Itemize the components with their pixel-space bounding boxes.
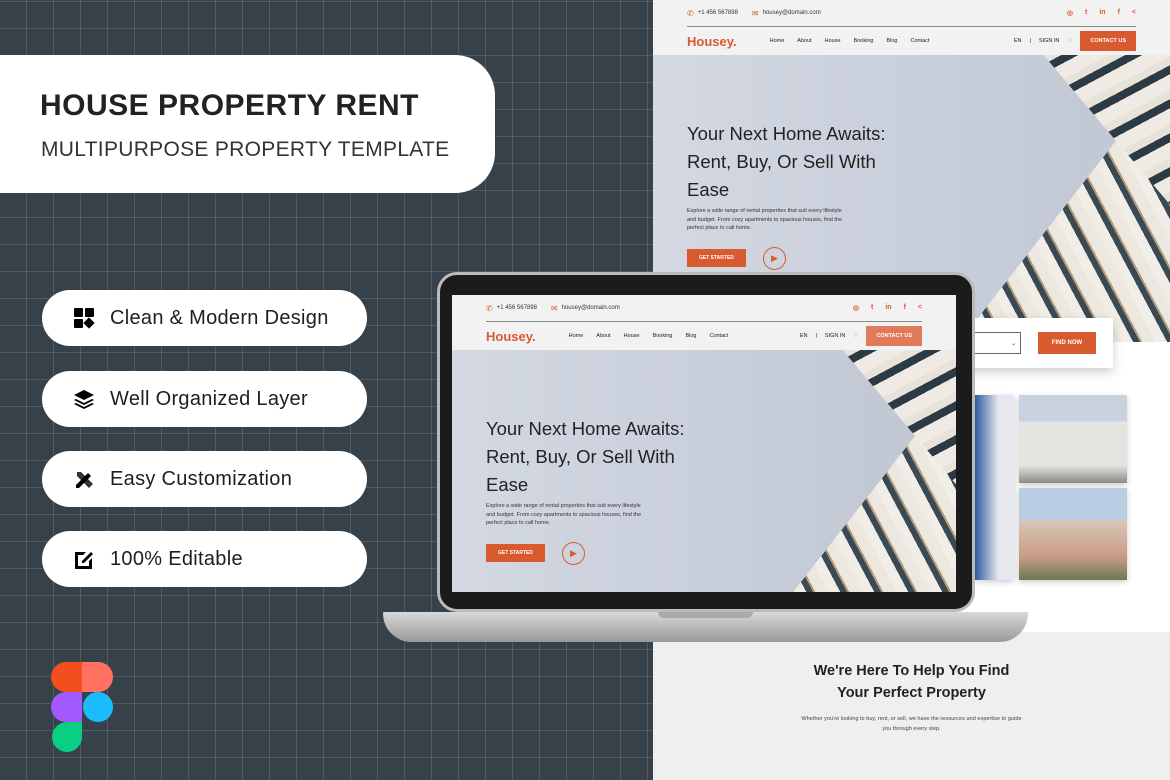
email-text: housey@domain.com xyxy=(561,305,620,311)
layers-icon xyxy=(72,387,96,411)
phone-text: +1 456 567898 xyxy=(697,10,738,16)
section-title: We're Here To Help You Find Your Perfect… xyxy=(813,663,1010,701)
phone-text: +1 456 567898 xyxy=(496,305,537,311)
twitter-icon[interactable]: t xyxy=(871,304,873,312)
hero: Your Next Home Awaits: Rent, Buy, Or Sel… xyxy=(452,350,956,592)
email-text: housey@domain.com xyxy=(762,10,821,16)
twitter-icon[interactable]: t xyxy=(1085,9,1087,17)
feature-pill: 100% Editable xyxy=(42,531,367,587)
hero-title: Your Next Home Awaits: Rent, Buy, Or Sel… xyxy=(687,123,886,200)
phone-icon: ✆ xyxy=(687,8,694,18)
facebook-icon[interactable]: f xyxy=(1118,9,1120,17)
language-select[interactable]: EN xyxy=(1014,38,1022,44)
heart-icon[interactable]: ♡ xyxy=(1067,38,1072,44)
top-bar: ✆ +1 456 567898 ✉ housey@domain.com ◎ t in f < xyxy=(486,295,922,322)
find-now-button[interactable]: FIND NOW xyxy=(1038,332,1096,354)
help-section: We're Here To Help You Find Your Perfect… xyxy=(653,660,1170,734)
feature-label: Clean & Modern Design xyxy=(110,306,329,329)
play-icon[interactable]: ▶ xyxy=(763,247,786,270)
phone-icon: ✆ xyxy=(486,303,493,313)
contact-button[interactable]: CONTACT US xyxy=(866,326,922,346)
mail-icon: ✉ xyxy=(550,303,558,313)
site-logo[interactable]: Housey. xyxy=(486,329,536,344)
contact-button[interactable]: CONTACT US xyxy=(1080,31,1136,51)
nav-contact[interactable]: Contact xyxy=(910,38,929,44)
nav-booking[interactable]: Booking xyxy=(854,38,874,44)
mail-icon: ✉ xyxy=(751,8,759,18)
instagram-icon[interactable]: ◎ xyxy=(1067,9,1073,17)
instagram-icon[interactable]: ◎ xyxy=(853,304,859,312)
property-photo xyxy=(975,395,1014,580)
property-photo xyxy=(1019,488,1127,580)
nav-blog[interactable]: Blog xyxy=(685,333,696,339)
feature-pill: Well Organized Layer xyxy=(42,371,367,427)
top-bar: ✆ +1 456 567898 ✉ housey@domain.com ◎ t in f < xyxy=(687,0,1136,27)
site-logo[interactable]: Housey. xyxy=(687,34,737,49)
search-box: pes⌄ FIND NOW xyxy=(955,318,1113,368)
tools-icon xyxy=(72,467,96,491)
section-description: Whether you're looking to buy, rent, or … xyxy=(801,716,1022,732)
sign-in-link[interactable]: SIGN IN xyxy=(825,333,845,339)
get-started-button[interactable]: GET STARTED xyxy=(486,544,545,562)
nav-booking[interactable]: Booking xyxy=(653,333,673,339)
nav-home[interactable]: Home xyxy=(569,333,584,339)
laptop-notch xyxy=(658,612,753,618)
share-icon[interactable]: < xyxy=(1132,9,1136,17)
feature-label: Well Organized Layer xyxy=(110,387,308,410)
navbar: Housey. Home About House Booking Blog Contact… xyxy=(486,323,922,349)
banner-title: HOUSE PROPERTY RENT xyxy=(40,89,420,122)
navbar: Housey. Home About House Booking Blog Contact… xyxy=(687,28,1136,54)
title-card: HOUSE PROPERTY RENT MULTIPURPOSE PROPERT… xyxy=(0,55,495,193)
get-started-button[interactable]: GET STARTED xyxy=(687,249,746,267)
banner-subtitle: MULTIPURPOSE PROPERTY TEMPLATE xyxy=(41,138,450,161)
hero-description: Explore a wide range of rental propertie… xyxy=(687,208,843,231)
hero-description: Explore a wide range of rental propertie… xyxy=(486,503,642,526)
feature-pill: Clean & Modern Design xyxy=(42,290,367,346)
laptop-base xyxy=(383,612,1028,642)
nav-house[interactable]: House xyxy=(825,38,841,44)
linkedin-icon[interactable]: in xyxy=(885,304,891,312)
nav-house[interactable]: House xyxy=(624,333,640,339)
sign-in-link[interactable]: SIGN IN xyxy=(1039,38,1059,44)
website-preview-laptop: ✆ +1 456 567898 ✉ housey@domain.com ◎ t in f <… xyxy=(452,295,956,592)
nav-contact[interactable]: Contact xyxy=(709,333,728,339)
nav-home[interactable]: Home xyxy=(770,38,785,44)
nav-about[interactable]: About xyxy=(797,38,811,44)
feature-label: Easy Customization xyxy=(110,467,293,490)
facebook-icon[interactable]: f xyxy=(904,304,906,312)
edit-icon xyxy=(72,547,96,571)
nav-about[interactable]: About xyxy=(596,333,610,339)
nav-blog[interactable]: Blog xyxy=(886,38,897,44)
feature-pill: Easy Customization xyxy=(42,451,367,507)
hero-title: Your Next Home Awaits: Rent, Buy, Or Sel… xyxy=(486,418,685,495)
grid-icon xyxy=(72,306,96,330)
linkedin-icon[interactable]: in xyxy=(1099,9,1105,17)
heart-icon[interactable]: ♡ xyxy=(853,333,858,339)
share-icon[interactable]: < xyxy=(918,304,922,312)
language-select[interactable]: EN xyxy=(800,333,808,339)
feature-label: 100% Editable xyxy=(110,547,243,570)
play-icon[interactable]: ▶ xyxy=(562,542,585,565)
property-photo xyxy=(1019,395,1127,483)
figma-logo xyxy=(51,662,113,752)
